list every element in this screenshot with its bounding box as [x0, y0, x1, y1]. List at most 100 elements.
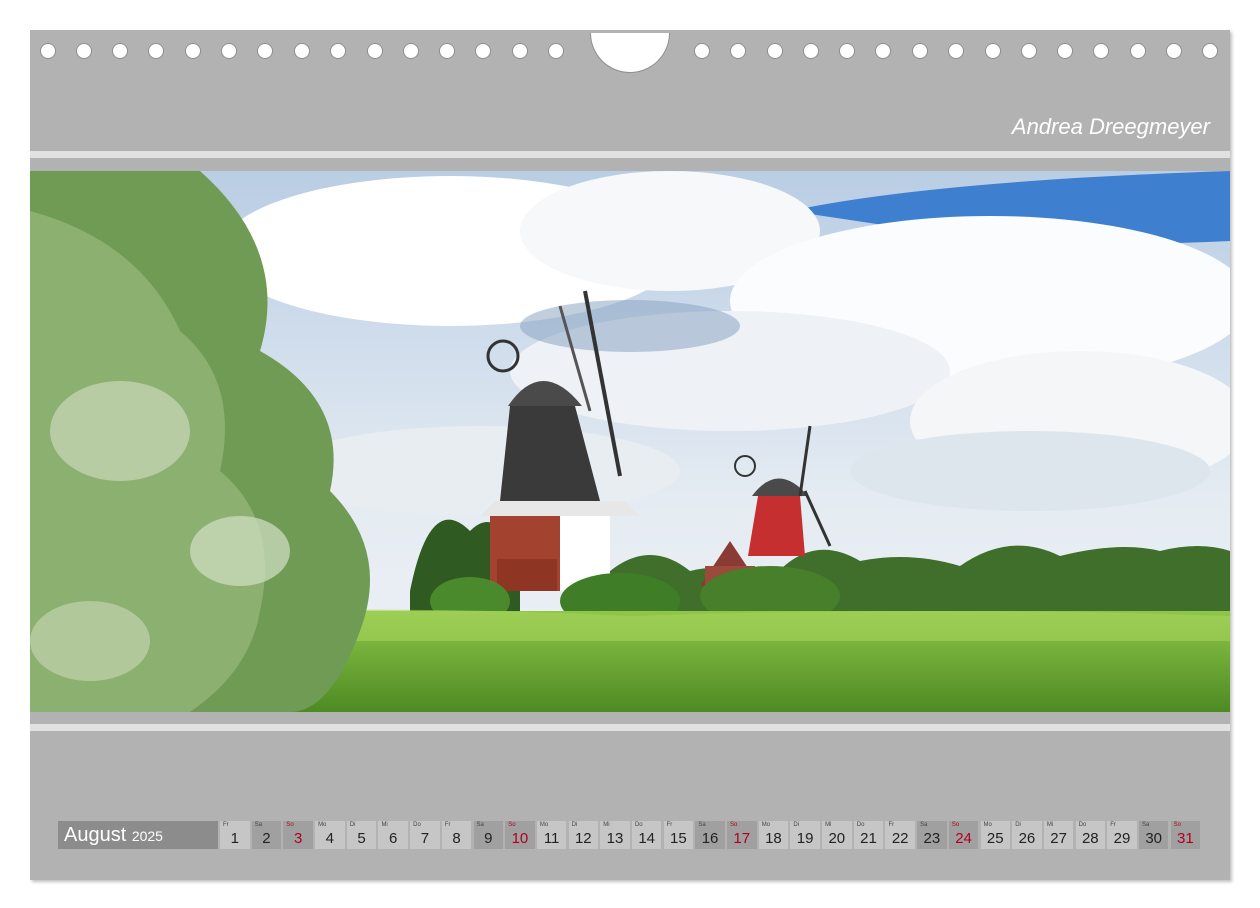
day-number: 24: [955, 830, 972, 847]
day-cell: Di 26: [1012, 821, 1042, 849]
day-number: 23: [923, 830, 941, 847]
weekday-label: Sa: [476, 822, 484, 828]
binding-hole: [512, 43, 528, 59]
day-number: 31: [1177, 830, 1194, 847]
weekday-label: Mo: [983, 822, 992, 828]
windmill-photo: [30, 171, 1230, 712]
binding-hole: [1021, 43, 1037, 59]
day-number: 11: [543, 830, 560, 847]
day-cell: Fr 22: [885, 821, 915, 849]
day-number: 2: [262, 830, 271, 847]
day-cell: Mo 18: [758, 821, 789, 849]
day-cell: So 17: [727, 821, 757, 849]
binding-hole: [76, 43, 92, 59]
month-label: August 2025: [58, 821, 218, 849]
day-number: 22: [891, 830, 909, 847]
binding-hole: [1057, 43, 1073, 59]
day-number: 13: [606, 830, 624, 847]
day-number: 17: [733, 830, 751, 847]
day-number: 14: [638, 830, 656, 847]
weekday-label: Sa: [254, 822, 263, 828]
weekday-label: Di: [349, 822, 356, 828]
binding-hole: [439, 43, 455, 59]
day-cell: So 31: [1170, 821, 1201, 849]
day-number: 20: [828, 830, 846, 847]
day-number: 9: [484, 830, 493, 847]
weekday-label: Mi: [381, 822, 388, 828]
day-cell: Mo 11: [536, 821, 567, 849]
binding-hole: [548, 43, 564, 59]
weekday-label: So: [730, 822, 738, 828]
binding-hole: [112, 43, 128, 59]
month-name: August: [64, 824, 127, 846]
day-number: 10: [511, 830, 529, 847]
weekday-label: Sa: [1141, 822, 1150, 828]
weekday-label: Fr: [888, 822, 895, 828]
day-cell: Mi 6: [378, 821, 408, 849]
day-number: 28: [1081, 830, 1099, 847]
day-number: 1: [230, 830, 239, 847]
day-cell: Mo 25: [980, 821, 1010, 849]
weekday-label: Do: [856, 822, 865, 828]
day-cell: So 10: [505, 821, 535, 849]
binding-hole: [257, 43, 273, 59]
binding-hole: [294, 43, 310, 59]
day-cell: So 24: [948, 821, 979, 849]
year-label: 2025: [131, 828, 163, 844]
binding-hole: [767, 43, 783, 59]
day-cell: Sa 16: [695, 821, 725, 849]
binding-hole: [694, 43, 710, 59]
weekday-label: Mi: [603, 822, 610, 828]
day-number: 6: [389, 830, 398, 847]
weekday-label: Mi: [825, 822, 832, 828]
binding-hole: [221, 43, 237, 59]
binding-hole: [1202, 43, 1218, 59]
day-number: 4: [325, 830, 334, 847]
weekday-label: Fr: [666, 822, 673, 828]
day-cell: Do 7: [410, 821, 440, 849]
binding-hole: [185, 43, 201, 59]
divider-stripe-top: [30, 151, 1230, 158]
binding-hole: [1093, 43, 1109, 59]
weekday-label: Do: [634, 822, 643, 828]
binding-hole: [367, 43, 383, 59]
day-number: 16: [701, 830, 719, 847]
day-cell: Do 21: [853, 821, 884, 849]
binding-hole: [40, 43, 56, 59]
binding-hole: [875, 43, 891, 59]
day-cell: Di 5: [346, 821, 377, 849]
day-cell: Sa 9: [473, 821, 503, 849]
weekday-label: Di: [793, 822, 800, 828]
day-number: 5: [357, 830, 366, 847]
weekday-label: Mo: [539, 822, 549, 828]
day-cell: Fr 8: [441, 821, 472, 849]
day-number: 21: [860, 830, 877, 847]
day-number: 3: [293, 830, 303, 847]
day-cell: Sa 23: [917, 821, 947, 849]
day-number: 26: [1018, 830, 1036, 847]
day-cells: Fr 1 Sa 2 So 3 Mo 4 Di 5 Mi 6 Do 7 Fr 8 Sa 9 So 10 Mo 11 Di 12 M…: [220, 821, 1202, 849]
weekday-label: Do: [413, 822, 421, 828]
day-cell: Mi 27: [1043, 821, 1074, 849]
day-cell: Do 28: [1075, 821, 1106, 849]
binding-hole: [403, 43, 419, 59]
day-number: 19: [796, 830, 814, 847]
weekday-label: So: [508, 822, 516, 828]
weekday-label: Mo: [761, 822, 771, 828]
day-cell: Sa 2: [251, 821, 282, 849]
binding-hole: [985, 43, 1001, 59]
weekday-label: Sa: [698, 822, 706, 828]
weekday-label: So: [286, 822, 294, 828]
day-number: 29: [1113, 830, 1131, 847]
day-cell: Fr 15: [663, 821, 694, 849]
day-cell: Mo 4: [315, 821, 345, 849]
weekday-label: Sa: [920, 822, 928, 828]
weekday-label: Fr: [1110, 822, 1116, 828]
weekday-label: So: [1173, 822, 1181, 828]
binding-hole: [730, 43, 746, 59]
day-number: 30: [1145, 830, 1163, 847]
weekday-label: Mi: [1046, 822, 1054, 828]
day-number: 8: [452, 830, 461, 847]
day-cell: Di 12: [568, 821, 599, 849]
binding-hole: [1166, 43, 1182, 59]
